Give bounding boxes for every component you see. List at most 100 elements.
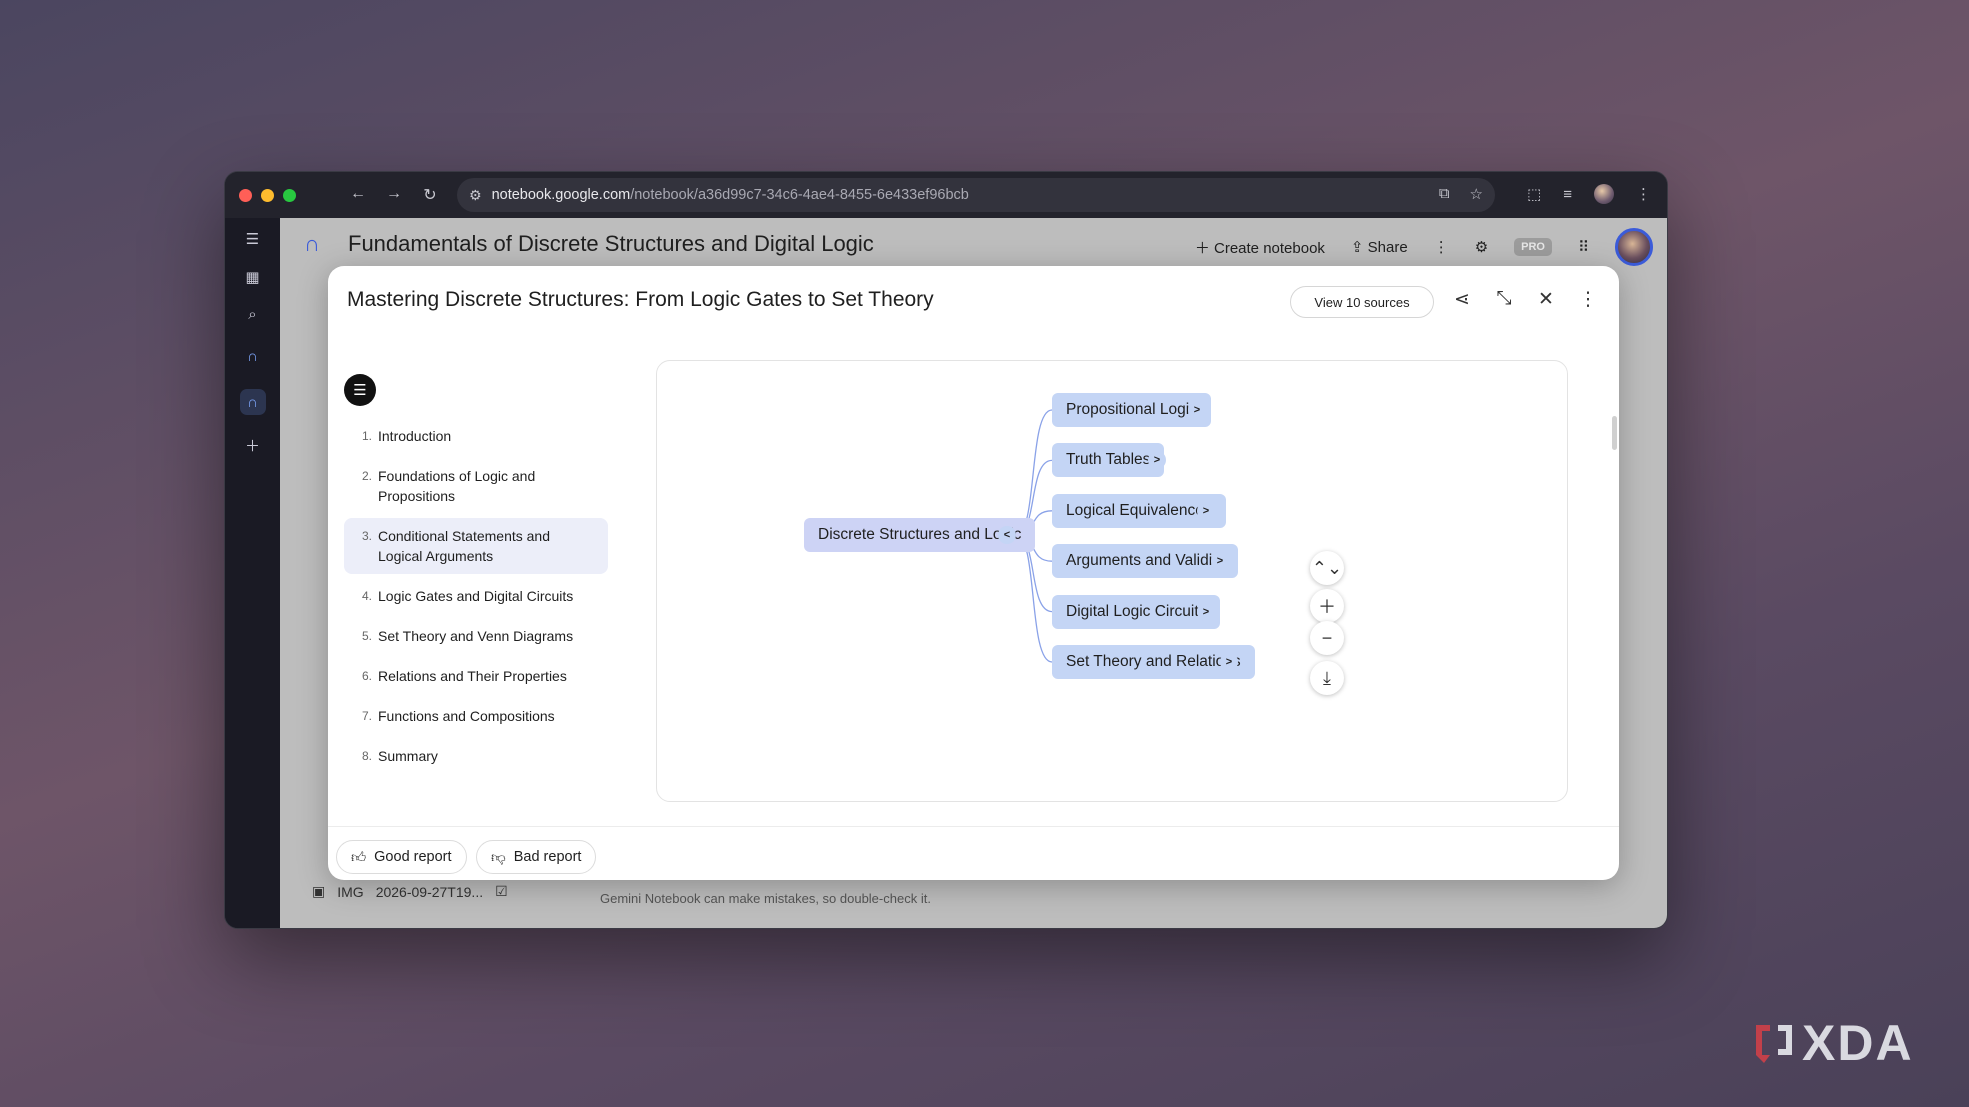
notebook-logo-icon[interactable]: ∩ [240, 343, 266, 369]
toc-item-number: 4. [361, 589, 372, 603]
toc-item[interactable]: 1. Introduction [344, 418, 608, 454]
modal-menu-icon[interactable]: ⋮ [1578, 288, 1598, 311]
background-source-label: IMG [337, 883, 364, 900]
view-sources-button[interactable]: View 10 sources [1290, 286, 1434, 318]
zoom-in-icon[interactable]: ＋ [1310, 589, 1344, 623]
modal-title: Mastering Discrete Structures: From Logi… [347, 288, 934, 311]
window-controls [239, 188, 296, 202]
toc-item-label: Conditional Statements and Logical Argum… [378, 528, 550, 564]
profile-avatar[interactable] [1594, 184, 1614, 204]
thumbs-down-icon: 👎︎ [491, 850, 506, 866]
thumbs-up-icon: 👍︎ [351, 850, 367, 866]
toc-item-number: 6. [361, 669, 372, 683]
account-avatar[interactable] [1615, 228, 1653, 266]
url-path: /notebook/a36d99c7-34c6-4ae4-8455-6e433e… [630, 187, 969, 203]
toc-item-label: Functions and Compositions [378, 708, 555, 724]
xda-logo-icon [1756, 1025, 1792, 1063]
nav-buttons: ← → ↻ [348, 185, 440, 205]
close-window-button[interactable] [239, 188, 252, 202]
forward-icon[interactable]: → [384, 185, 404, 205]
mind-map-child-node[interactable]: Digital Logic Circuits [1052, 594, 1221, 629]
toc-item-number: 7. [361, 709, 372, 723]
toc-item-number: 1. [361, 429, 372, 443]
grid-icon[interactable]: ▦ [245, 268, 259, 286]
feedback-bar: 👍︎ Good report 👎︎ Bad report [328, 826, 1619, 880]
toc-item[interactable]: 4. Logic Gates and Digital Circuits [344, 578, 608, 614]
toc-item-label: Foundations of Logic and Propositions [378, 468, 536, 504]
zoom-out-icon[interactable]: − [1310, 621, 1344, 655]
notebook-title: Fundamentals of Discrete Structures and … [348, 231, 874, 256]
url-host: notebook.google.com [491, 187, 631, 203]
toc-item-label: Introduction [378, 428, 452, 444]
share-button[interactable]: ⇪ Share [1351, 238, 1408, 256]
toc-item[interactable]: 2. Foundations of Logic and Propositions [344, 458, 608, 514]
toc-item-number: 3. [361, 529, 372, 543]
toc-item-label: Logic Gates and Digital Circuits [378, 588, 574, 604]
expand-node-toggle[interactable]: > [1197, 602, 1215, 621]
xda-watermark: XDA [1752, 1014, 1914, 1072]
share-icon[interactable]: ⋖ [1452, 288, 1472, 311]
settings-icon[interactable]: ⚙ [1475, 238, 1488, 256]
good-report-label: Good report [374, 849, 452, 865]
download-icon[interactable]: ⤓ [1310, 661, 1344, 695]
toc-item-number: 8. [361, 749, 372, 763]
expand-node-toggle[interactable]: > [1197, 501, 1215, 520]
toc-item-number: 5. [361, 629, 372, 643]
minimize-window-button[interactable] [261, 188, 274, 202]
back-icon[interactable]: ← [348, 185, 368, 205]
bad-report-button[interactable]: 👎︎ Bad report [476, 840, 597, 874]
toc-item[interactable]: 7. Functions and Compositions [344, 698, 608, 734]
toc-item-number: 2. [361, 469, 372, 483]
fit-view-icon[interactable]: ⌃⌄ [1310, 551, 1344, 585]
toc-item[interactable]: 6. Relations and Their Properties [344, 658, 608, 694]
left-rail: ☰ ▦ ⌕ ∩ ∩ ＋ [225, 218, 280, 928]
create-notebook-label: Create notebook [1214, 239, 1325, 257]
browser-toolbar: ← → ↻ ⚙ notebook.google.com/notebook/a36… [225, 172, 1667, 218]
pro-badge: PRO [1514, 238, 1552, 256]
close-icon[interactable]: ✕ [1536, 288, 1556, 311]
install-app-icon[interactable]: ⧉ [1439, 185, 1450, 203]
add-icon[interactable]: ＋ [245, 435, 260, 456]
mind-map-panel: Discrete Structures and Logic < Propositio… [656, 360, 1568, 802]
browser-menu-icon[interactable]: ⋮ [1636, 185, 1651, 203]
image-source-icon: ▣ [312, 883, 326, 899]
bad-report-label: Bad report [513, 849, 582, 865]
background-source-name: 2026-09-27T19... [375, 883, 484, 900]
table-of-contents-icon[interactable]: ☰ [344, 374, 376, 406]
expand-node-toggle[interactable]: > [1188, 401, 1206, 419]
background-source-item[interactable]: ▣ IMG 2026-09-27T19... ☑ [312, 883, 508, 900]
header-actions: ＋ Create notebook ⇪ Share ⋮ ⚙ PRO ⠿ [1195, 228, 1653, 266]
expand-node-toggle[interactable]: > [1220, 653, 1238, 671]
source-checkbox-icon[interactable]: ☑ [495, 883, 508, 900]
toc-item[interactable]: 3. Conditional Statements and Logical Arg… [344, 518, 608, 574]
toc-item[interactable]: 5. Set Theory and Venn Diagrams [344, 618, 608, 654]
good-report-button[interactable]: 👍︎ Good report [336, 840, 467, 874]
disclaimer-text: Gemini Notebook can make mistakes, so do… [600, 891, 931, 906]
notebook-brand-icon: ∩ [304, 231, 320, 256]
address-bar[interactable]: ⚙ notebook.google.com/notebook/a36d99c7-… [457, 178, 1495, 212]
scrollbar-thumb[interactable] [1612, 416, 1617, 450]
more-options-icon[interactable]: ⋮ [1434, 238, 1449, 256]
toc-item-label: Relations and Their Properties [378, 668, 567, 684]
omnibox-actions: ⧉ ☆ [1439, 185, 1483, 203]
reload-icon[interactable]: ↻ [420, 185, 440, 205]
create-notebook-button[interactable]: ＋ Create notebook [1195, 237, 1325, 258]
notebook-logo-active-icon[interactable]: ∩ [239, 389, 266, 415]
site-settings-icon[interactable]: ⚙ [469, 187, 482, 204]
collapse-icon[interactable]: ⤡ [1494, 288, 1514, 311]
mind-map-connector [1015, 534, 1053, 663]
toc-item[interactable]: 8. Summary [344, 738, 608, 774]
maximize-window-button[interactable] [283, 188, 296, 202]
report-modal: Mastering Discrete Structures: From Logi… [328, 266, 1619, 880]
extensions-icon[interactable]: ⬚ [1527, 185, 1541, 203]
mind-map-connector [1015, 409, 1053, 536]
modal-actions: ⋖ ⤡ ✕ ⋮ [1452, 288, 1598, 311]
apps-grid-icon[interactable]: ⠿ [1578, 238, 1589, 256]
browser-actions: ⬚ ≡ ⋮ [1527, 184, 1651, 204]
root-collapse-toggle[interactable]: < [998, 526, 1016, 544]
collapse-menu-icon[interactable]: ☰ [246, 230, 259, 248]
toc-item-label: Set Theory and Venn Diagrams [378, 628, 574, 644]
search-icon[interactable]: ⌕ [248, 306, 256, 323]
bookmark-star-icon[interactable]: ☆ [1470, 185, 1483, 203]
media-queue-icon[interactable]: ≡ [1563, 186, 1572, 203]
